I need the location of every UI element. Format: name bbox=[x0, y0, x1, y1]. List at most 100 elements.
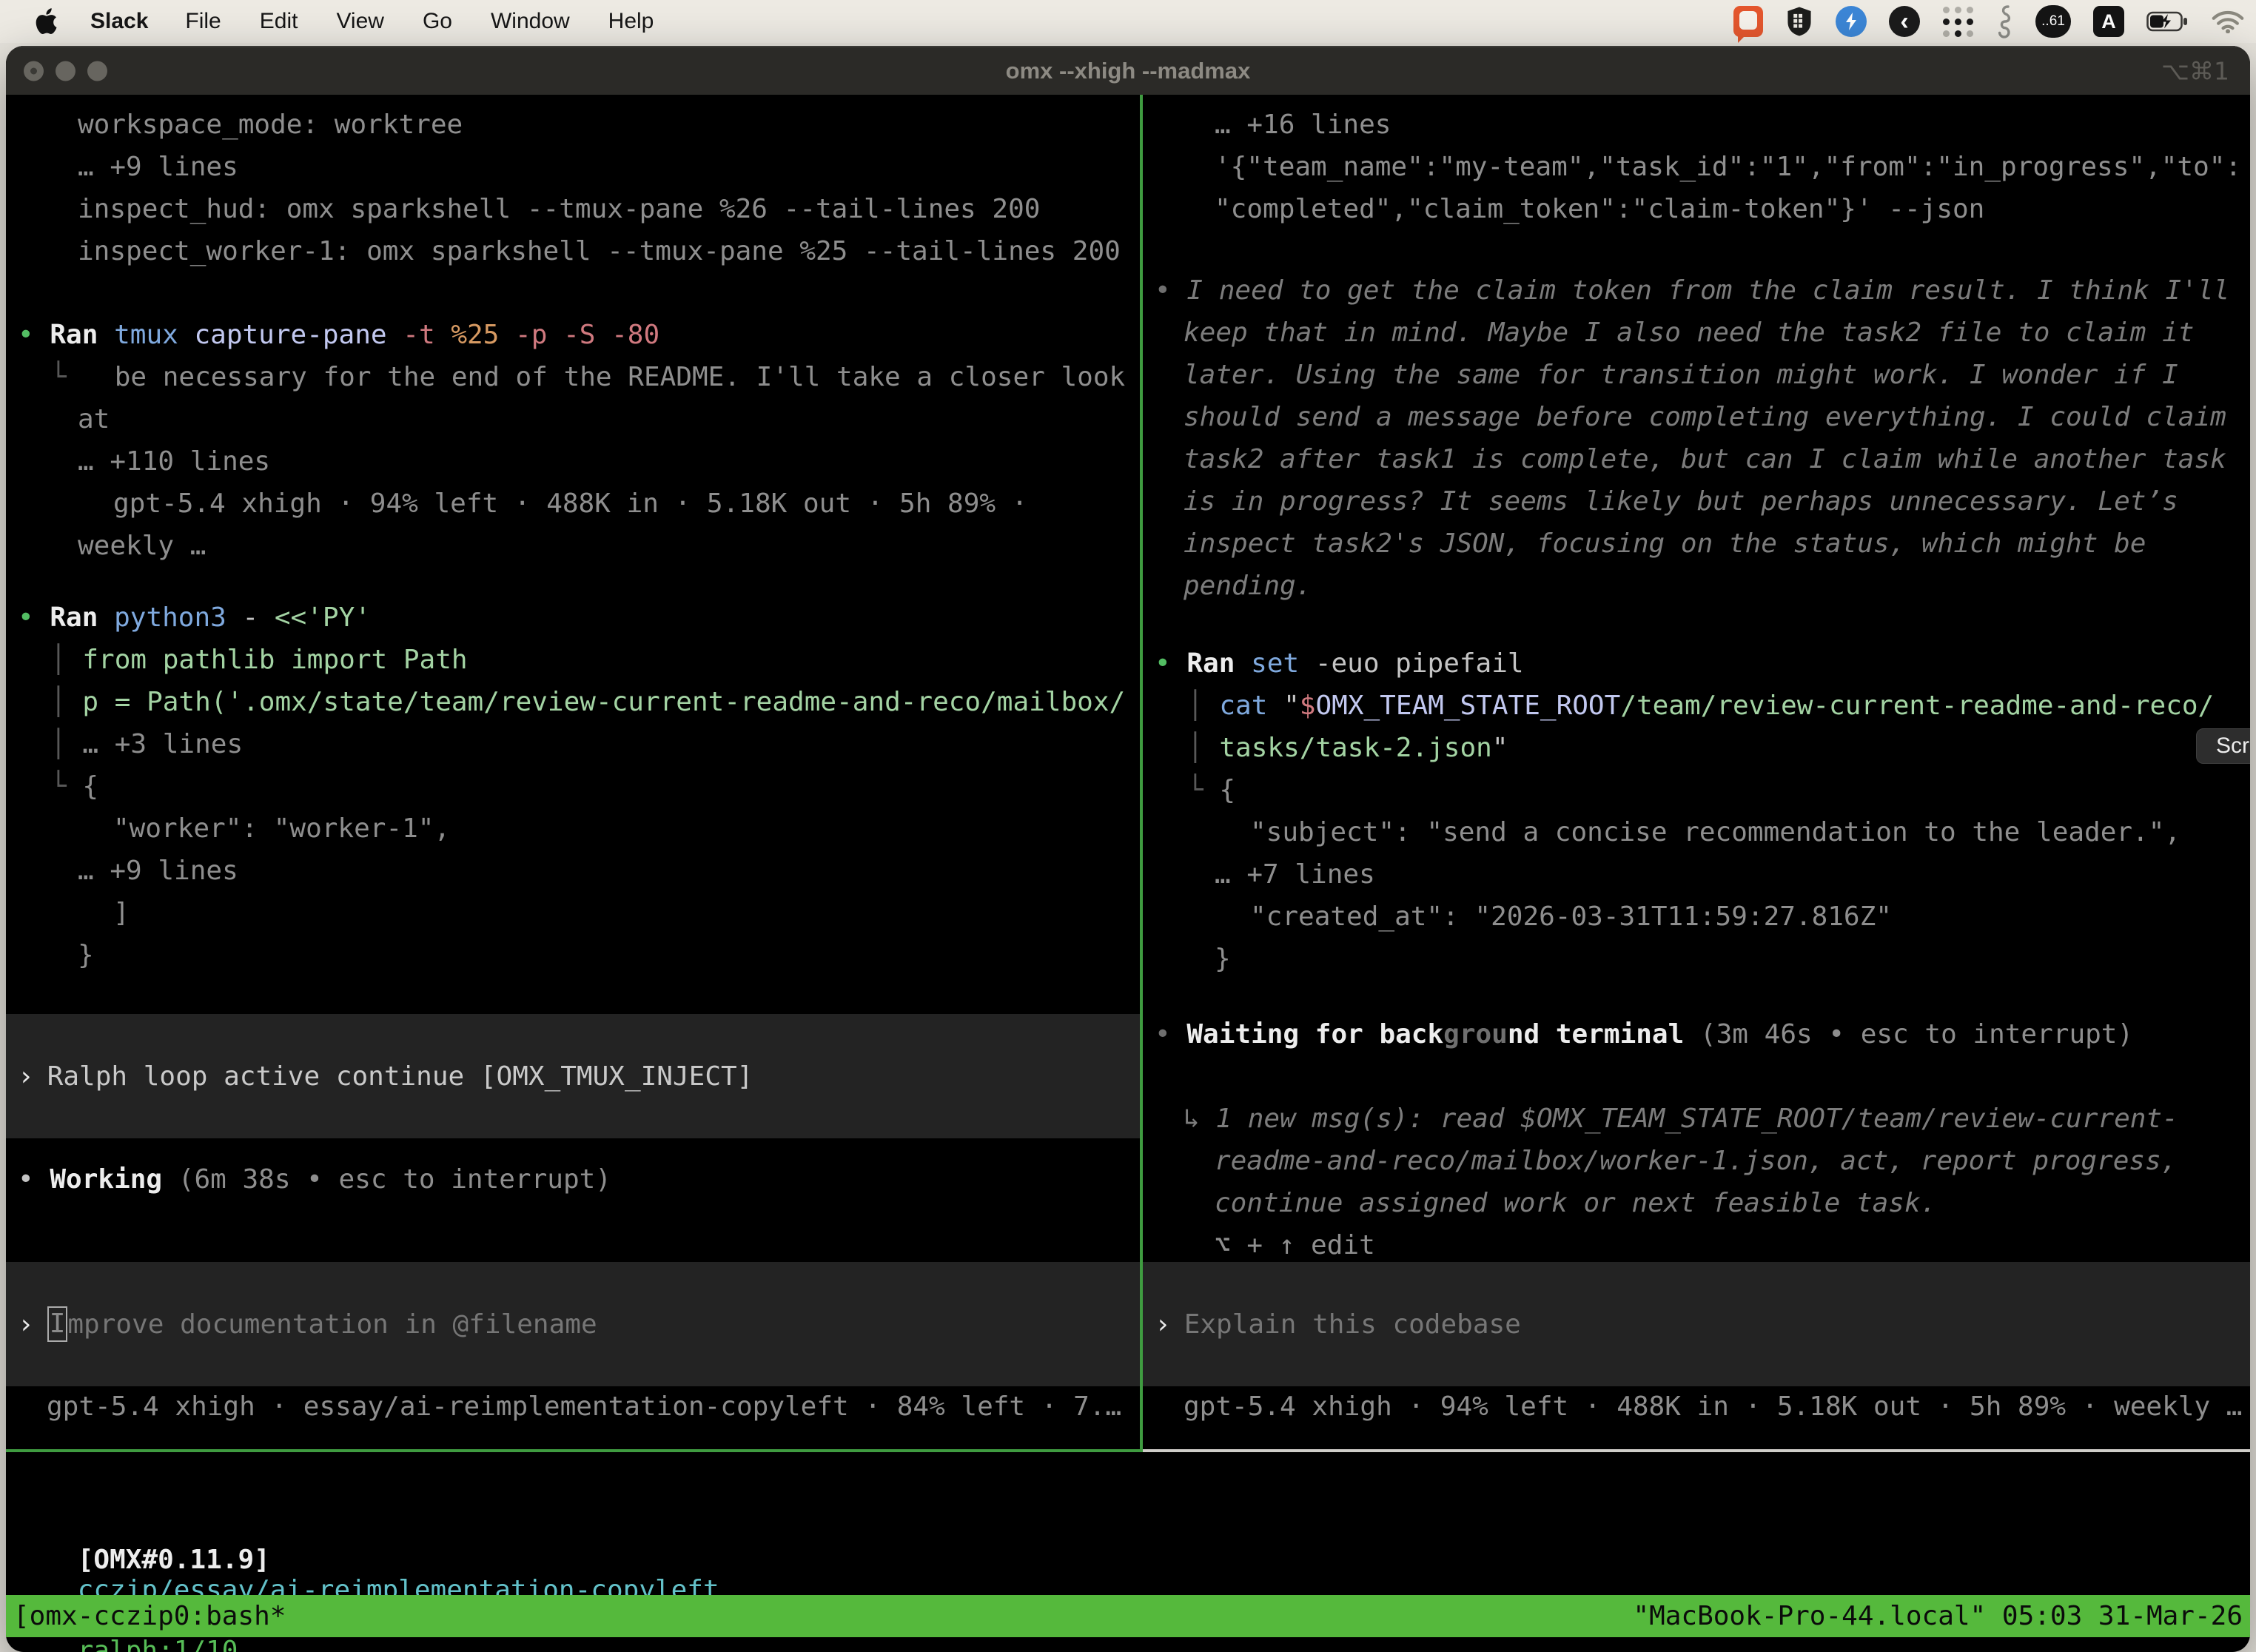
terminal-line: … +16 lines bbox=[1143, 104, 2250, 146]
menu-item-file[interactable]: File bbox=[185, 9, 221, 34]
right-input-placeholder: Explain this codebase bbox=[1184, 1309, 1521, 1340]
tmux-host-clock: "MacBook-Pro-44.local" 05:03 31-Mar-26 bbox=[1633, 1601, 2243, 1631]
wifi-icon[interactable] bbox=[2212, 10, 2244, 33]
terminal-line: "worker": "worker-1", bbox=[6, 807, 1140, 850]
menu-item-help[interactable]: Help bbox=[608, 9, 654, 34]
terminal-line: pending. bbox=[1143, 565, 2250, 607]
terminal-line: … +9 lines bbox=[6, 850, 1140, 892]
output-block: • Ran tmux capture-pane -t %25 -p -S -80… bbox=[6, 314, 1140, 567]
menu-status-tray: ‹ ..61 A bbox=[1733, 0, 2244, 43]
output-block: • Working (6m 38s • esc to interrupt) bbox=[6, 1158, 1140, 1201]
terminal-line: ] bbox=[6, 892, 1140, 934]
apple-icon[interactable] bbox=[34, 7, 58, 36]
output-block: … +16 lines'{"team_name":"my-team","task… bbox=[1143, 104, 2250, 230]
terminal-line: '{"team_name":"my-team","task_id":"1","f… bbox=[1143, 146, 2250, 188]
lightning-badge-icon[interactable] bbox=[1836, 6, 1867, 37]
terminal-line: "created_at": "2026-03-31T11:59:27.816Z" bbox=[1143, 896, 2250, 938]
terminal-line: at bbox=[6, 398, 1140, 440]
terminal-line: … +9 lines bbox=[6, 146, 1140, 188]
terminal-line: } bbox=[6, 934, 1140, 976]
left-input-box[interactable]: › I mprove documentation in @filename bbox=[6, 1262, 1140, 1386]
left-session-status: gpt-5.4 xhigh · essay/ai-reimplementatio… bbox=[47, 1386, 1121, 1428]
terminal-line: ⌥ + ↑ edit bbox=[1143, 1224, 2250, 1266]
terminal-line: inspect_hud: omx sparkshell --tmux-pane … bbox=[6, 188, 1140, 230]
terminal-line bbox=[1143, 1055, 2250, 1098]
terminal-pane-right[interactable]: › Explain this codebase gpt-5.4 xhigh · … bbox=[1143, 95, 2250, 1449]
terminal-line: inspect task2's JSON, focusing on the st… bbox=[1143, 523, 2250, 565]
terminal-content: › Ralph loop active continue [OMX_TMUX_I… bbox=[6, 95, 2250, 1449]
terminal-line: • Ran python3 - <<'PY' bbox=[6, 597, 1140, 639]
right-session-status: gpt-5.4 xhigh · 94% left · 488K in · 5.1… bbox=[1184, 1386, 2242, 1428]
output-block: • Ran python3 - <<'PY'│ from pathlib imp… bbox=[6, 597, 1140, 976]
terminal-window: omx --xhigh --madmax ⌥⌘1 › Ralph loop ac… bbox=[6, 46, 2250, 1652]
terminal-line: gpt-5.4 xhigh · 94% left · 488K in · 5.1… bbox=[6, 483, 1140, 525]
menu-app-name[interactable]: Slack bbox=[90, 9, 148, 34]
tmux-session-name[interactable]: [omx-cczip0:bash* bbox=[13, 1601, 286, 1631]
prompt-chevron: › bbox=[1143, 1309, 1171, 1340]
terminal-line: ↳ 1 new msg(s): read $OMX_TEAM_STATE_ROO… bbox=[1143, 1098, 2250, 1140]
terminal-line: inspect_worker-1: omx sparkshell --tmux-… bbox=[6, 230, 1140, 272]
text-cursor: I bbox=[47, 1306, 68, 1342]
screen-tooltip: Scre bbox=[2196, 728, 2250, 764]
record-app-icon[interactable]: ‹ bbox=[1889, 6, 1920, 37]
window-title: omx --xhigh --madmax bbox=[6, 58, 2250, 84]
terminal-line: └ { bbox=[1143, 769, 2250, 811]
output-block: • Ran set -euo pipefail│ cat "$OMX_TEAM_… bbox=[1143, 642, 2250, 980]
terminal-line: … +7 lines bbox=[1143, 853, 2250, 896]
terminal-line: • Working (6m 38s • esc to interrupt) bbox=[6, 1158, 1140, 1201]
timer-badge-icon[interactable]: ..61 bbox=[2035, 5, 2071, 38]
terminal-line: later. Using the same for transition mig… bbox=[1143, 354, 2250, 396]
terminal-line: └ be necessary for the end of the README… bbox=[6, 356, 1140, 398]
terminal-line: • Waiting for background terminal (3m 46… bbox=[1143, 1013, 2250, 1055]
prompt-chevron: › bbox=[6, 1061, 34, 1092]
terminal-line: task2 after task1 is complete, but can I… bbox=[1143, 438, 2250, 480]
menu-item-view[interactable]: View bbox=[336, 9, 383, 34]
omx-ralph-counter: ralph:1/10 bbox=[78, 1636, 238, 1652]
terminal-line: readme-and-reco/mailbox/worker-1.json, a… bbox=[1143, 1140, 2250, 1182]
menu-item-edit[interactable]: Edit bbox=[260, 9, 298, 34]
chat-app-icon[interactable] bbox=[1733, 6, 1763, 37]
tmux-status-bar[interactable]: [omx-cczip0:bash* "MacBook-Pro-44.local"… bbox=[6, 1595, 2250, 1637]
output-block: workspace_mode: worktree… +9 linesinspec… bbox=[6, 104, 1140, 272]
terminal-line: └ { bbox=[6, 765, 1140, 807]
terminal-line: … +110 lines bbox=[6, 440, 1140, 483]
omx-status-line: [OMX#0.11.9] cczip/essay/ai-reimplementa… bbox=[6, 1452, 2250, 1595]
terminal-pane-left[interactable]: › Ralph loop active continue [OMX_TMUX_I… bbox=[6, 95, 1140, 1449]
prompt-chevron: › bbox=[6, 1309, 34, 1340]
terminal-line: │ cat "$OMX_TEAM_STATE_ROOT/team/review-… bbox=[1143, 685, 2250, 727]
a-app-icon[interactable]: A bbox=[2093, 6, 2124, 37]
pane-divider[interactable] bbox=[1140, 95, 1143, 1449]
window-shortcut-hint: ⌥⌘1 bbox=[2161, 57, 2229, 86]
terminal-line: is in progress? It seems likely but perh… bbox=[1143, 480, 2250, 523]
terminal-line: workspace_mode: worktree bbox=[6, 104, 1140, 146]
terminal-line: } bbox=[1143, 938, 2250, 980]
terminal-line: keep that in mind. Maybe I also need the… bbox=[1143, 312, 2250, 354]
ralph-loop-banner: › Ralph loop active continue [OMX_TMUX_I… bbox=[6, 1014, 1140, 1138]
terminal-line: • I need to get the claim token from the… bbox=[1143, 269, 2250, 312]
output-block: • Waiting for background terminal (3m 46… bbox=[1143, 1013, 2250, 1266]
terminal-line: "completed","claim_token":"claim-token"}… bbox=[1143, 188, 2250, 230]
window-title-bar[interactable]: omx --xhigh --madmax ⌥⌘1 bbox=[6, 46, 2250, 95]
menu-item-window[interactable]: Window bbox=[491, 9, 570, 34]
terminal-line: continue assigned work or next feasible … bbox=[1143, 1182, 2250, 1224]
terminal-line: • Ran set -euo pipefail bbox=[1143, 642, 2250, 685]
terminal-line: should send a message before completing … bbox=[1143, 396, 2250, 438]
ralph-loop-text: Ralph loop active continue [OMX_TMUX_INJ… bbox=[47, 1061, 753, 1092]
terminal-line: │ from pathlib import Path bbox=[6, 639, 1140, 681]
hook-icon[interactable] bbox=[1995, 4, 2013, 38]
terminal-line: │ tasks/task-2.json" bbox=[1143, 727, 2250, 769]
terminal-line: weekly … bbox=[6, 525, 1140, 567]
dots-grid-icon[interactable] bbox=[1942, 6, 1973, 37]
terminal-line: │ p = Path('.omx/state/team/review-curre… bbox=[6, 681, 1140, 723]
terminal-line: • Ran tmux capture-pane -t %25 -p -S -80 bbox=[6, 314, 1140, 356]
left-input-placeholder: mprove documentation in @filename bbox=[67, 1309, 597, 1340]
shield-icon[interactable] bbox=[1785, 6, 1813, 37]
menu-item-go[interactable]: Go bbox=[423, 9, 452, 34]
omx-version: [OMX#0.11.9] bbox=[78, 1545, 270, 1575]
menu-bar: Slack File Edit View Go Window Help ‹ ..… bbox=[0, 0, 2256, 43]
battery-icon[interactable] bbox=[2146, 10, 2189, 33]
output-block: • I need to get the claim token from the… bbox=[1143, 269, 2250, 607]
terminal-line: "subject": "send a concise recommendatio… bbox=[1143, 811, 2250, 853]
terminal-line: │ … +3 lines bbox=[6, 723, 1140, 765]
right-input-box[interactable]: › Explain this codebase bbox=[1143, 1262, 2250, 1386]
